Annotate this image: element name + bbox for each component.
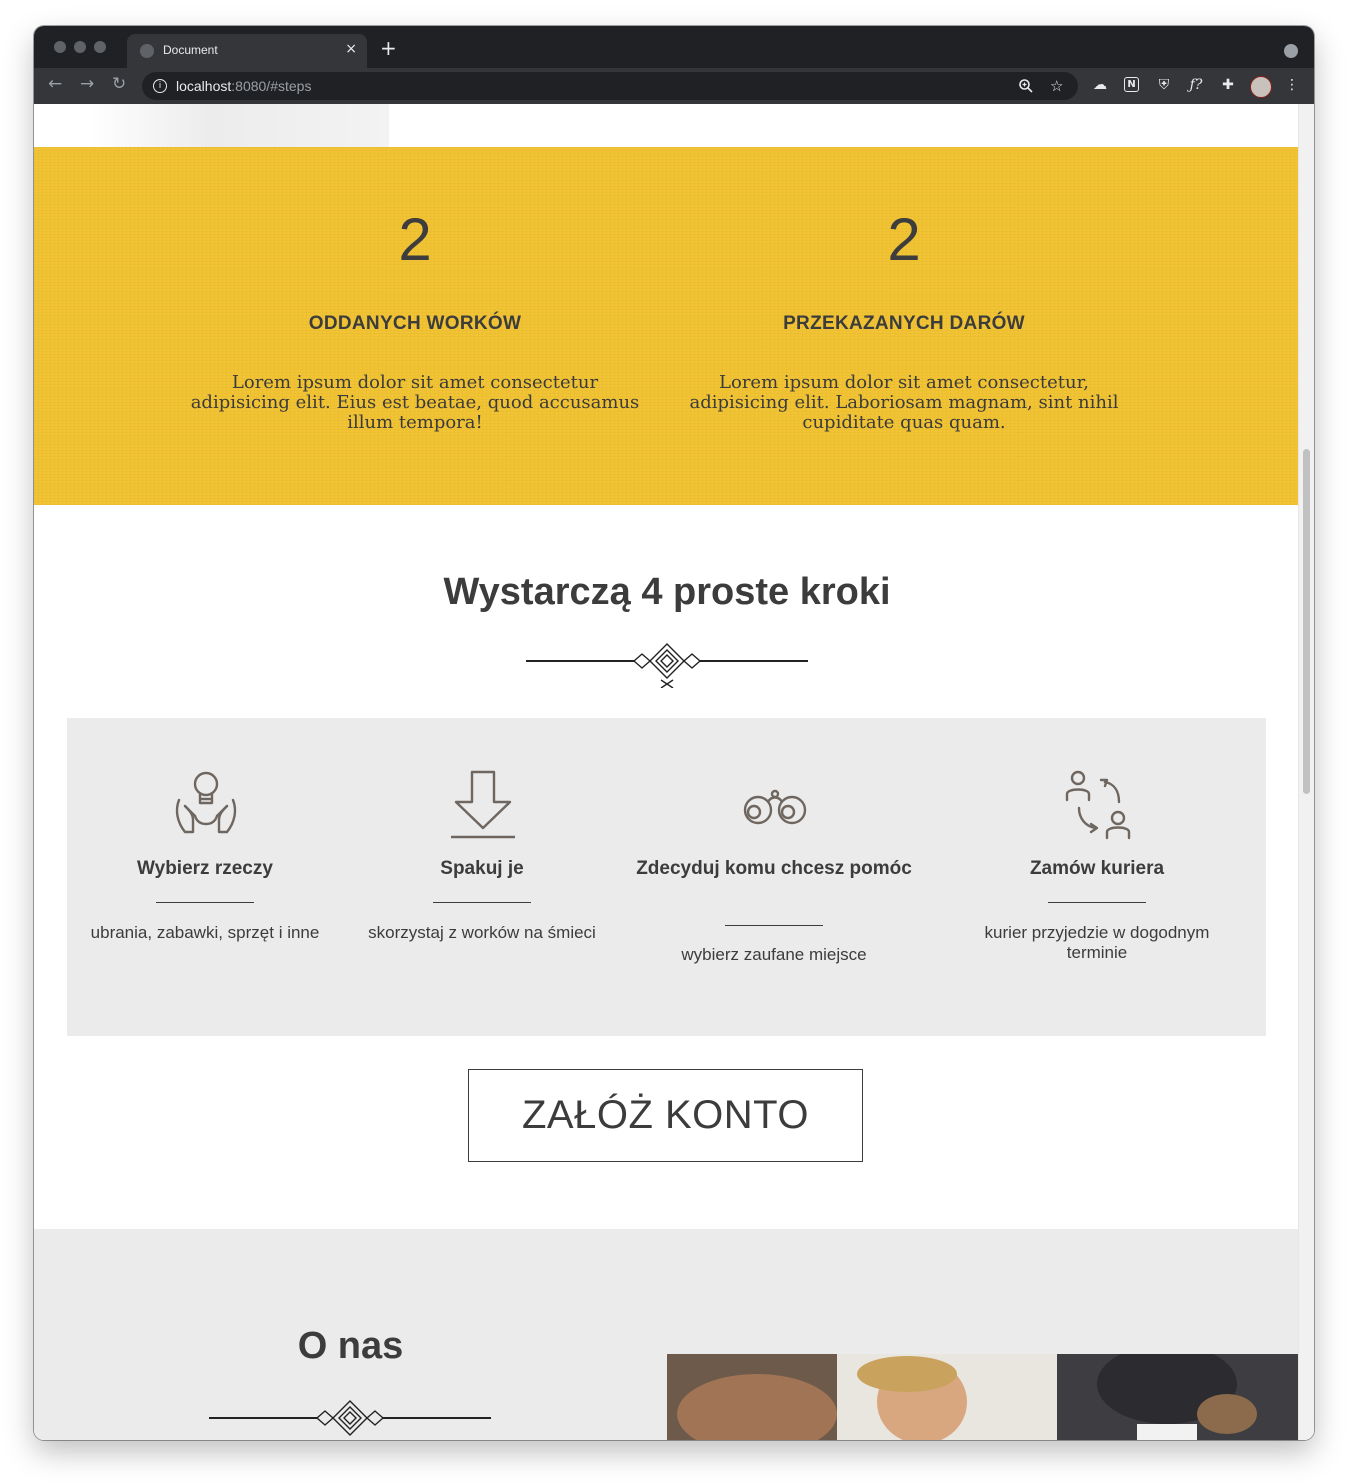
minimize-window-button[interactable] bbox=[74, 41, 86, 53]
step-title: Wybierz rzeczy bbox=[137, 858, 273, 879]
cloud-extension-icon[interactable]: ☁ bbox=[1092, 77, 1108, 93]
decoration-ornament bbox=[526, 643, 808, 688]
stat-description: Lorem ipsum dolor sit amet consectetur a… bbox=[190, 372, 640, 433]
hero-image-edge bbox=[89, 104, 389, 147]
maximize-window-button[interactable] bbox=[94, 41, 106, 53]
page-viewport: 2 ODDANYCH WORKÓW Lorem ipsum dolor sit … bbox=[34, 104, 1314, 1440]
address-bar[interactable]: i localhost:8080/#steps ☆ bbox=[142, 72, 1078, 100]
download-arrow-icon bbox=[451, 770, 515, 839]
about-photo bbox=[667, 1354, 1300, 1440]
create-account-button[interactable]: ZAŁÓŻ KONTO bbox=[468, 1069, 863, 1162]
back-button[interactable]: ← bbox=[48, 76, 62, 93]
zoom-icon[interactable] bbox=[1018, 78, 1034, 94]
browser-toolbar: ← → ↻ i localhost:8080/#steps ☆ ☁ N ⛨ ƒ?… bbox=[34, 68, 1314, 104]
binoculars-icon bbox=[743, 789, 807, 825]
forward-button[interactable]: → bbox=[80, 76, 94, 93]
browser-window: Document × + ← → ↻ i localhost:8080/#ste… bbox=[34, 26, 1314, 1440]
url-host: localhost bbox=[176, 78, 232, 94]
bookmark-star-icon[interactable]: ☆ bbox=[1050, 77, 1063, 95]
page-scrollbar[interactable] bbox=[1298, 104, 1314, 1440]
scrollbar-thumb[interactable] bbox=[1303, 449, 1310, 794]
function-extension-icon[interactable]: ƒ? bbox=[1188, 77, 1204, 93]
team-photo-image bbox=[667, 1354, 1300, 1440]
avatar[interactable] bbox=[1250, 76, 1272, 98]
steps-title: Wystarczą 4 proste kroki bbox=[443, 571, 891, 613]
globe-icon bbox=[140, 44, 154, 58]
decoration-ornament bbox=[209, 1400, 491, 1436]
url-text[interactable]: localhost:8080/#steps bbox=[176, 78, 311, 94]
about-title: O nas bbox=[297, 1325, 404, 1367]
about-section: O nas bbox=[34, 1229, 1300, 1440]
hands-lightbulb-icon bbox=[175, 771, 237, 834]
browser-tab[interactable]: Document × bbox=[127, 34, 367, 68]
new-tab-button[interactable]: + bbox=[380, 38, 397, 58]
step-title: Zamów kuriera bbox=[1029, 858, 1165, 879]
step-divider bbox=[433, 902, 531, 903]
menu-dots-icon[interactable]: ⋮ bbox=[1284, 77, 1300, 93]
stat-description: Lorem ipsum dolor sit amet consectetur, … bbox=[689, 372, 1119, 433]
stats-section: 2 ODDANYCH WORKÓW Lorem ipsum dolor sit … bbox=[34, 147, 1300, 505]
step-title: Spakuj je bbox=[440, 858, 524, 879]
hero-bottom-edge bbox=[34, 104, 1300, 147]
steps-panel: Wybierz rzeczy ubrania, zabawki, sprzęt … bbox=[67, 718, 1266, 1036]
step-divider bbox=[725, 925, 823, 926]
stat-label: PRZEKAZANYCH DARÓW bbox=[783, 313, 1025, 334]
notion-extension-icon[interactable]: N bbox=[1124, 77, 1139, 92]
stat-number: 2 bbox=[887, 206, 921, 273]
tab-search-icon[interactable] bbox=[1284, 44, 1298, 58]
people-exchange-icon bbox=[1065, 770, 1131, 840]
step-description: wybierz zaufane miejsce bbox=[681, 945, 867, 964]
url-path: :8080/#steps bbox=[231, 78, 312, 94]
step-description: skorzystaj z worków na śmieci bbox=[368, 923, 596, 942]
step-divider bbox=[1048, 902, 1146, 903]
stat-label: ODDANYCH WORKÓW bbox=[308, 313, 522, 334]
stat-number: 2 bbox=[398, 206, 432, 273]
step-divider bbox=[156, 902, 254, 903]
reload-button[interactable]: ↻ bbox=[112, 76, 126, 93]
step-description: kurier przyjedzie w dogodnym terminie bbox=[984, 923, 1210, 962]
close-window-button[interactable] bbox=[54, 41, 66, 53]
puzzle-extensions-icon[interactable]: ✚ bbox=[1220, 77, 1236, 93]
tab-title: Document bbox=[163, 43, 218, 57]
step-title: Zdecyduj komu chcesz pomóc bbox=[636, 858, 912, 879]
tab-bar: Document × + bbox=[34, 26, 1314, 68]
close-tab-icon[interactable]: × bbox=[345, 41, 357, 57]
step-description: ubrania, zabawki, sprzęt i inne bbox=[90, 923, 320, 942]
shield-extension-icon[interactable]: ⛨ bbox=[1156, 77, 1172, 93]
site-info-icon[interactable]: i bbox=[153, 79, 167, 93]
